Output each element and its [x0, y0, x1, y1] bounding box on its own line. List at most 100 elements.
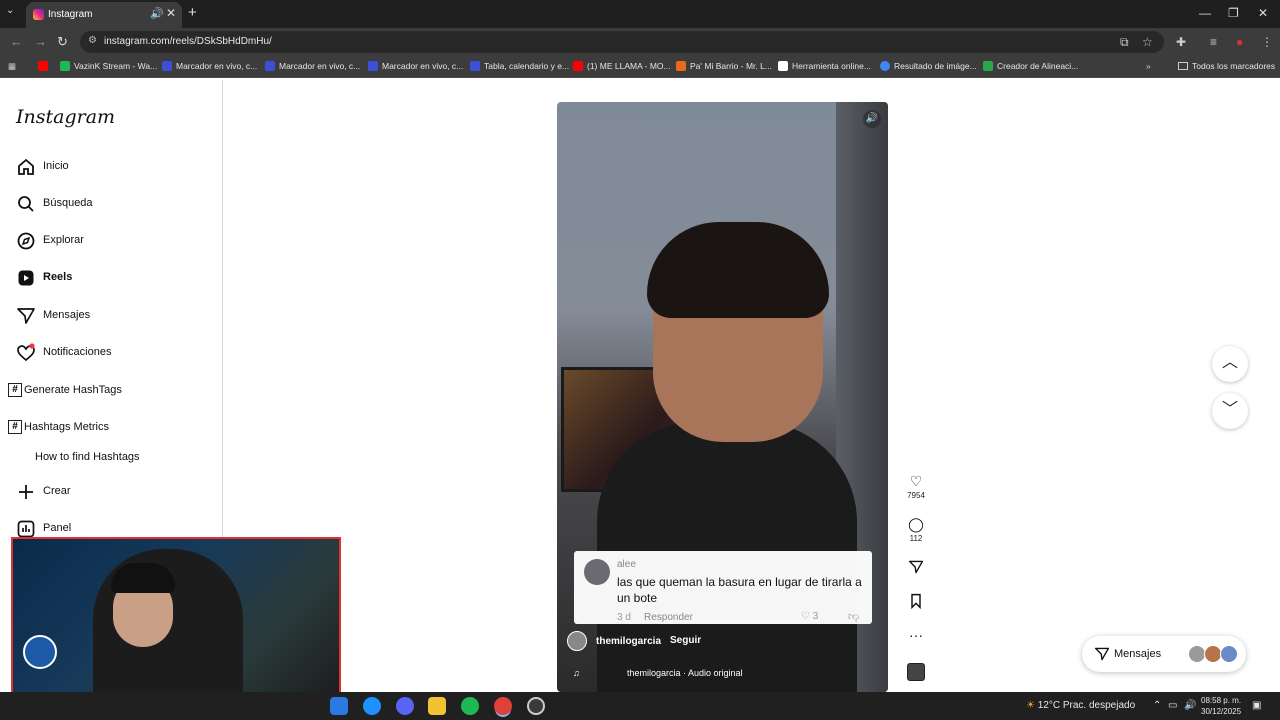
minimize-icon[interactable]: — — [1199, 6, 1211, 20]
spotify-icon[interactable] — [461, 697, 479, 715]
comment-like[interactable]: ♡ 3 — [801, 611, 818, 622]
bookmark-1[interactable]: Marcador en vivo, c... — [162, 61, 257, 71]
bookmark-favicon-icon — [265, 61, 275, 71]
comment-button[interactable]: ◯ 112 — [903, 516, 929, 543]
all-bookmarks[interactable]: Todos los marcadores — [1178, 61, 1275, 71]
bookmark-label: Marcador en vivo, c... — [279, 61, 361, 71]
comment-reply-button[interactable]: Responder — [644, 612, 693, 623]
file-explorer-icon[interactable] — [428, 697, 446, 715]
next-reel-button[interactable]: ﹀ — [1212, 393, 1248, 429]
bookmark-8[interactable]: Resultado de imáge... — [880, 61, 977, 71]
hashtag-icon: # — [8, 420, 22, 434]
url-text: instagram.com/reels/DSkSbHdDmHu/ — [104, 36, 272, 47]
save-button[interactable] — [903, 593, 929, 614]
tray-chevron-icon[interactable]: ⌃ — [1153, 700, 1161, 711]
heart-icon: ♡ — [909, 473, 923, 489]
sidebar-item-explorar[interactable]: Explorar — [16, 231, 216, 255]
extensions-icon[interactable]: ✚ — [1176, 35, 1186, 49]
hashtags-metrics-item[interactable]: # Hashtags Metrics — [8, 419, 218, 439]
video-hair-shape — [647, 222, 829, 318]
previous-reel-button[interactable]: ︿ — [1212, 346, 1248, 382]
sidebar-item-reels[interactable]: Reels — [16, 268, 216, 292]
bookmark-6[interactable]: Pa' Mi Barrio - Mr. L... — [676, 61, 772, 71]
tab-audio-icon[interactable]: 🔊 — [150, 7, 164, 20]
generate-hashtags-item[interactable]: # Generate HashTags — [8, 382, 218, 402]
comment-dislike-icon[interactable]: 👎︎ — [848, 610, 859, 623]
reel-author: themilogarcia Seguir — [567, 631, 867, 651]
more-options-button[interactable]: ··· — [903, 627, 929, 643]
address-bar[interactable]: ⚙ instagram.com/reels/DSkSbHdDmHu/ — [80, 31, 1164, 53]
tab-close-icon[interactable]: ✕ — [166, 6, 176, 20]
edge-icon[interactable] — [363, 697, 381, 715]
weather-widget[interactable]: ☀ 12°C Prac. despejado — [1026, 700, 1135, 711]
clock[interactable]: 08:58 p. m. 30/12/2025 — [1201, 695, 1241, 717]
sidebar-item-label: Búsqueda — [43, 197, 93, 209]
bookmark-9[interactable]: Creador de Alineaci... — [983, 61, 1078, 71]
author-username[interactable]: themilogarcia — [596, 636, 661, 647]
author-avatar[interactable] — [567, 631, 587, 651]
volume-tray-icon[interactable]: 🔊 — [1184, 700, 1196, 711]
sidebar-item-label: Inicio — [43, 160, 69, 172]
bookmark-label: Creador de Alineaci... — [997, 61, 1079, 71]
install-app-icon[interactable]: ⧉ — [1120, 35, 1129, 50]
pinned-comment-card: alee las que queman la basura en lugar d… — [574, 551, 872, 624]
reel-audio[interactable]: ♫ themilogarcia · Audio original — [573, 668, 743, 678]
like-button[interactable]: ♡ 7954 — [903, 473, 929, 500]
how-to-find-hashtags-link[interactable]: How to find Hashtags — [35, 451, 140, 463]
sidebar-item-crear[interactable]: Crear — [16, 482, 216, 506]
close-window-icon[interactable]: ✕ — [1258, 6, 1268, 20]
menu-icon[interactable]: ⋮ — [1261, 35, 1273, 49]
sidebar-item-label: Mensajes — [43, 309, 91, 321]
notifications-tray-icon[interactable]: ▣ — [1252, 700, 1261, 711]
bookmark-favicon-icon — [573, 61, 583, 71]
hashtags-metrics-label: Hashtags Metrics — [24, 421, 109, 433]
volume-icon[interactable]: 🔊 — [863, 110, 881, 128]
bookmark-5[interactable]: (1) ME LLAMA - MO... — [573, 61, 671, 71]
messages-pill[interactable]: Mensajes — [1082, 636, 1246, 672]
discord-icon[interactable] — [396, 697, 414, 715]
comment-count: 112 — [909, 534, 923, 543]
tab-search-icon[interactable]: ⌄ — [6, 5, 14, 16]
apps-grid-icon[interactable]: ▦ — [8, 61, 16, 72]
bookmark-7[interactable]: Herramienta online... — [778, 61, 871, 71]
bookmark-favicon-icon — [983, 61, 993, 71]
profile-icon[interactable]: ● — [1236, 35, 1243, 49]
obs-icon[interactable] — [527, 697, 545, 715]
bookmark-favicon-icon — [60, 61, 70, 71]
weather-icon: ☀ — [1026, 700, 1035, 711]
media-control-icon[interactable]: ≡ — [1210, 35, 1217, 49]
send-icon — [1094, 647, 1110, 661]
sidebar-item-mensajes[interactable]: Mensajes — [16, 306, 216, 330]
sidebar-item-busqueda[interactable]: Búsqueda — [16, 194, 216, 218]
share-button[interactable] — [903, 559, 929, 580]
bookmark-0[interactable]: VazinK Stream - Wa... — [60, 61, 157, 71]
site-info-icon[interactable]: ⚙ — [88, 35, 97, 46]
instagram-logo[interactable]: Instagram — [16, 106, 115, 128]
chrome-icon[interactable] — [494, 697, 512, 715]
sidebar-item-inicio[interactable]: Inicio — [16, 157, 216, 181]
tab-instagram[interactable]: Instagram 🔊 ✕ — [26, 2, 182, 28]
youtube-bookmark-icon[interactable] — [38, 61, 52, 71]
sidebar-item-notificaciones[interactable]: Notificaciones — [16, 343, 216, 367]
clock-time: 08:58 p. m. — [1201, 696, 1242, 705]
bookmark-4[interactable]: Tabla, calendario y e... — [470, 61, 569, 71]
restore-icon[interactable]: ❐ — [1228, 6, 1239, 20]
webcam-overlay — [11, 537, 341, 714]
back-icon[interactable]: ← — [10, 34, 23, 49]
reel-video[interactable]: 🔊 alee las que queman la basura en lugar… — [557, 102, 888, 692]
audio-thumbnail[interactable] — [907, 663, 925, 681]
bookmark-2[interactable]: Marcador en vivo, c... — [265, 61, 360, 71]
forward-icon[interactable]: → — [34, 34, 47, 49]
new-tab-icon[interactable]: + — [188, 4, 197, 21]
chevron-down-icon: ﹀ — [1221, 401, 1238, 418]
instagram-favicon-icon — [33, 9, 44, 20]
bookmark-star-icon[interactable]: ☆ — [1142, 35, 1153, 49]
taskbar-app-icon[interactable] — [330, 697, 348, 715]
more-bookmarks-icon[interactable]: » — [1146, 61, 1151, 71]
reload-icon[interactable]: ↻ — [57, 34, 68, 50]
comment-username: alee — [617, 559, 636, 570]
more-icon: ··· — [909, 627, 923, 643]
follow-button[interactable]: Seguir — [670, 635, 701, 646]
network-icon[interactable]: ▭ — [1168, 700, 1177, 711]
bookmark-3[interactable]: Marcador en vivo, c... — [368, 61, 463, 71]
